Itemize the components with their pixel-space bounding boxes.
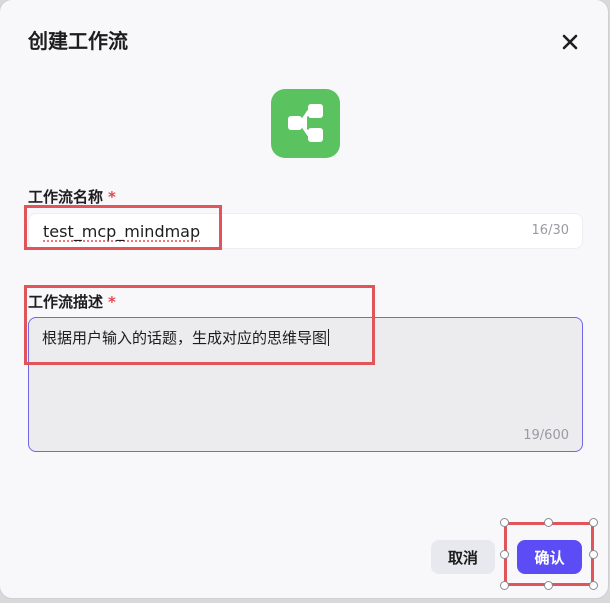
workflow-name-value: test_mcp_mindmap — [43, 222, 201, 241]
selection-handle[interactable] — [544, 518, 553, 527]
close-icon[interactable] — [558, 30, 582, 54]
selection-handle[interactable] — [589, 518, 598, 527]
screen: 创建工作流 工作流名称 * test_mcp_mindmap 16/30 工作流描… — [0, 0, 610, 603]
text-caret — [328, 329, 330, 346]
workflow-description-value: 根据用户输入的话题，生成对应的思维导图 — [42, 327, 330, 348]
selection-handle[interactable] — [500, 518, 509, 527]
workflow-name-label-text: 工作流名称 — [28, 188, 104, 206]
selection-handle[interactable] — [589, 550, 598, 559]
workflow-description-label-text: 工作流描述 — [28, 293, 104, 311]
selection-handle[interactable] — [500, 581, 509, 590]
dialog-title: 创建工作流 — [28, 29, 128, 53]
required-mark: * — [108, 293, 116, 311]
workflow-description-label: 工作流描述 * — [28, 292, 116, 312]
selection-handle[interactable] — [589, 581, 598, 590]
workflow-description-textarea[interactable]: 根据用户输入的话题，生成对应的思维导图 19/600 — [28, 317, 583, 452]
workflow-icon — [271, 89, 340, 158]
required-mark: * — [108, 188, 116, 206]
workflow-name-input[interactable]: test_mcp_mindmap 16/30 — [28, 213, 583, 249]
description-char-counter: 19/600 — [523, 428, 569, 443]
selection-handle[interactable] — [500, 550, 509, 559]
confirm-button[interactable]: 确认 — [517, 540, 582, 574]
workflow-name-label: 工作流名称 * — [28, 187, 116, 207]
workflow-description-text: 根据用户输入的话题，生成对应的思维导图 — [42, 329, 328, 347]
name-char-counter: 16/30 — [531, 223, 569, 238]
cancel-button[interactable]: 取消 — [431, 540, 495, 574]
create-workflow-dialog: 创建工作流 工作流名称 * test_mcp_mindmap 16/30 工作流描… — [0, 0, 608, 598]
selection-handle[interactable] — [544, 581, 553, 590]
